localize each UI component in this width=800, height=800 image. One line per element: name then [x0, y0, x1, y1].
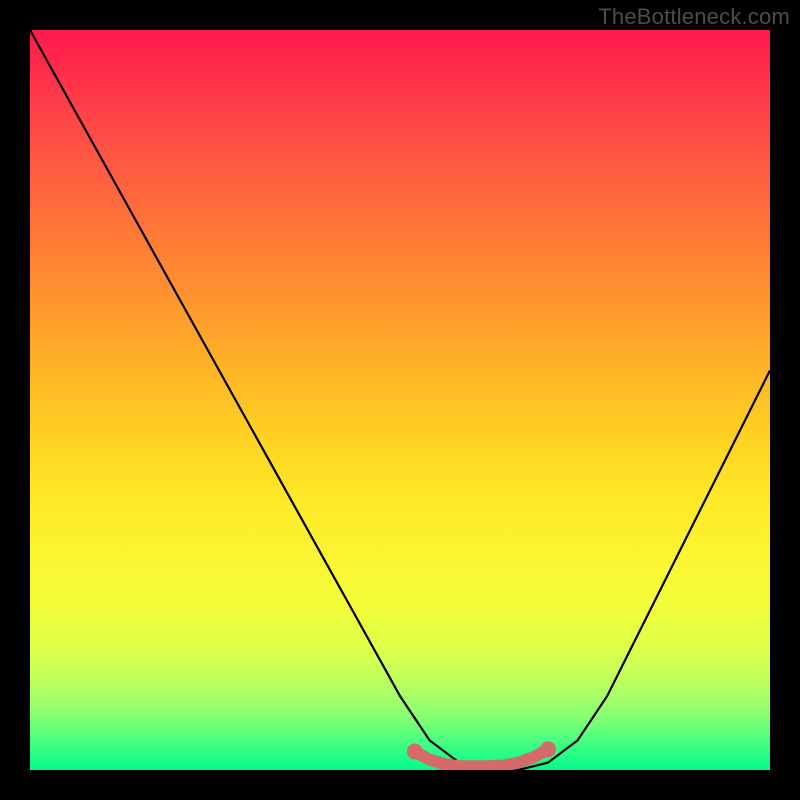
plot-area [30, 30, 770, 770]
chart-frame: TheBottleneck.com [0, 0, 800, 800]
flat-region-end-dot [540, 741, 556, 757]
flat-region-band [415, 749, 548, 766]
flat-region-markers [407, 741, 556, 766]
attribution-text: TheBottleneck.com [598, 4, 790, 30]
curve-overlay [30, 30, 770, 770]
flat-region-end-dot [407, 744, 423, 760]
bottleneck-curve [30, 30, 770, 770]
